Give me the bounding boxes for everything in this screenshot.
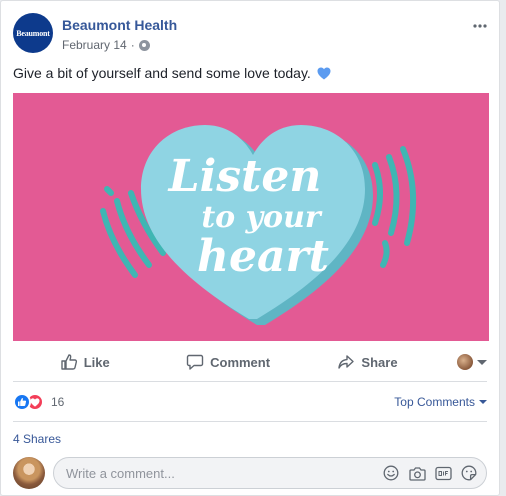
share-arrow-icon (338, 355, 355, 369)
thumbs-up-icon (60, 354, 77, 370)
share-label: Share (361, 354, 398, 370)
viewer-avatar (456, 354, 473, 370)
chevron-down-icon (476, 359, 487, 365)
like-button[interactable]: Like (13, 346, 156, 378)
comment-label: Comment (210, 354, 271, 370)
comment-button[interactable]: Comment (156, 346, 299, 378)
graphic-line-2: to your (201, 200, 323, 235)
reactions-row: 16 Top Comments (13, 392, 487, 412)
share-button[interactable]: Share (300, 346, 435, 378)
meta-separator: · (130, 38, 135, 52)
speech-bubble-icon (186, 354, 204, 370)
camera-icon[interactable] (408, 464, 426, 482)
page-avatar[interactable]: Beaumont (13, 13, 53, 53)
divider (13, 421, 487, 422)
comment-sort-dropdown[interactable]: Top Comments (394, 395, 487, 409)
post-message: Give a bit of yourself and send some lov… (13, 65, 331, 81)
comment-input[interactable] (66, 465, 382, 481)
emoji-icon[interactable] (382, 464, 400, 482)
blue-heart-icon (317, 67, 331, 79)
comment-box (53, 457, 487, 489)
graphic-line-1: Listen (167, 151, 322, 202)
composer-tools (382, 464, 478, 482)
post-as-selector[interactable] (435, 354, 487, 370)
like-reaction-icon (13, 393, 31, 411)
comment-sort-label: Top Comments (394, 395, 475, 409)
page-name-link[interactable]: Beaumont Health (62, 17, 177, 33)
shares-link[interactable]: 4 Shares (13, 432, 61, 446)
avatar-logo-text: Beaumont (16, 28, 50, 38)
sticker-icon[interactable] (460, 464, 478, 482)
current-user-avatar[interactable] (13, 457, 45, 489)
like-label: Like (83, 354, 110, 370)
post-card: Beaumont Beaumont Health February 14 · G… (0, 0, 500, 496)
comment-composer (13, 457, 487, 489)
gif-icon[interactable] (434, 464, 452, 482)
reaction-count: 16 (51, 395, 65, 409)
more-icon[interactable] (473, 19, 487, 28)
globe-icon[interactable] (138, 39, 150, 51)
post-date[interactable]: February 14 (62, 38, 127, 52)
post-image[interactable]: Listen to your heart (13, 93, 489, 341)
reaction-summary[interactable]: 16 (13, 393, 64, 411)
post-meta: February 14 · (62, 38, 150, 52)
post-header: Beaumont Beaumont Health February 14 · (13, 13, 487, 57)
graphic-line-3: heart (197, 231, 329, 282)
listen-to-your-heart-graphic: Listen to your heart (13, 93, 489, 341)
divider (13, 381, 487, 382)
action-bar: Like Comment Share (13, 345, 487, 379)
chevron-down-icon (479, 400, 487, 404)
post-message-text: Give a bit of yourself and send some lov… (13, 65, 311, 81)
reaction-icons (13, 393, 44, 411)
